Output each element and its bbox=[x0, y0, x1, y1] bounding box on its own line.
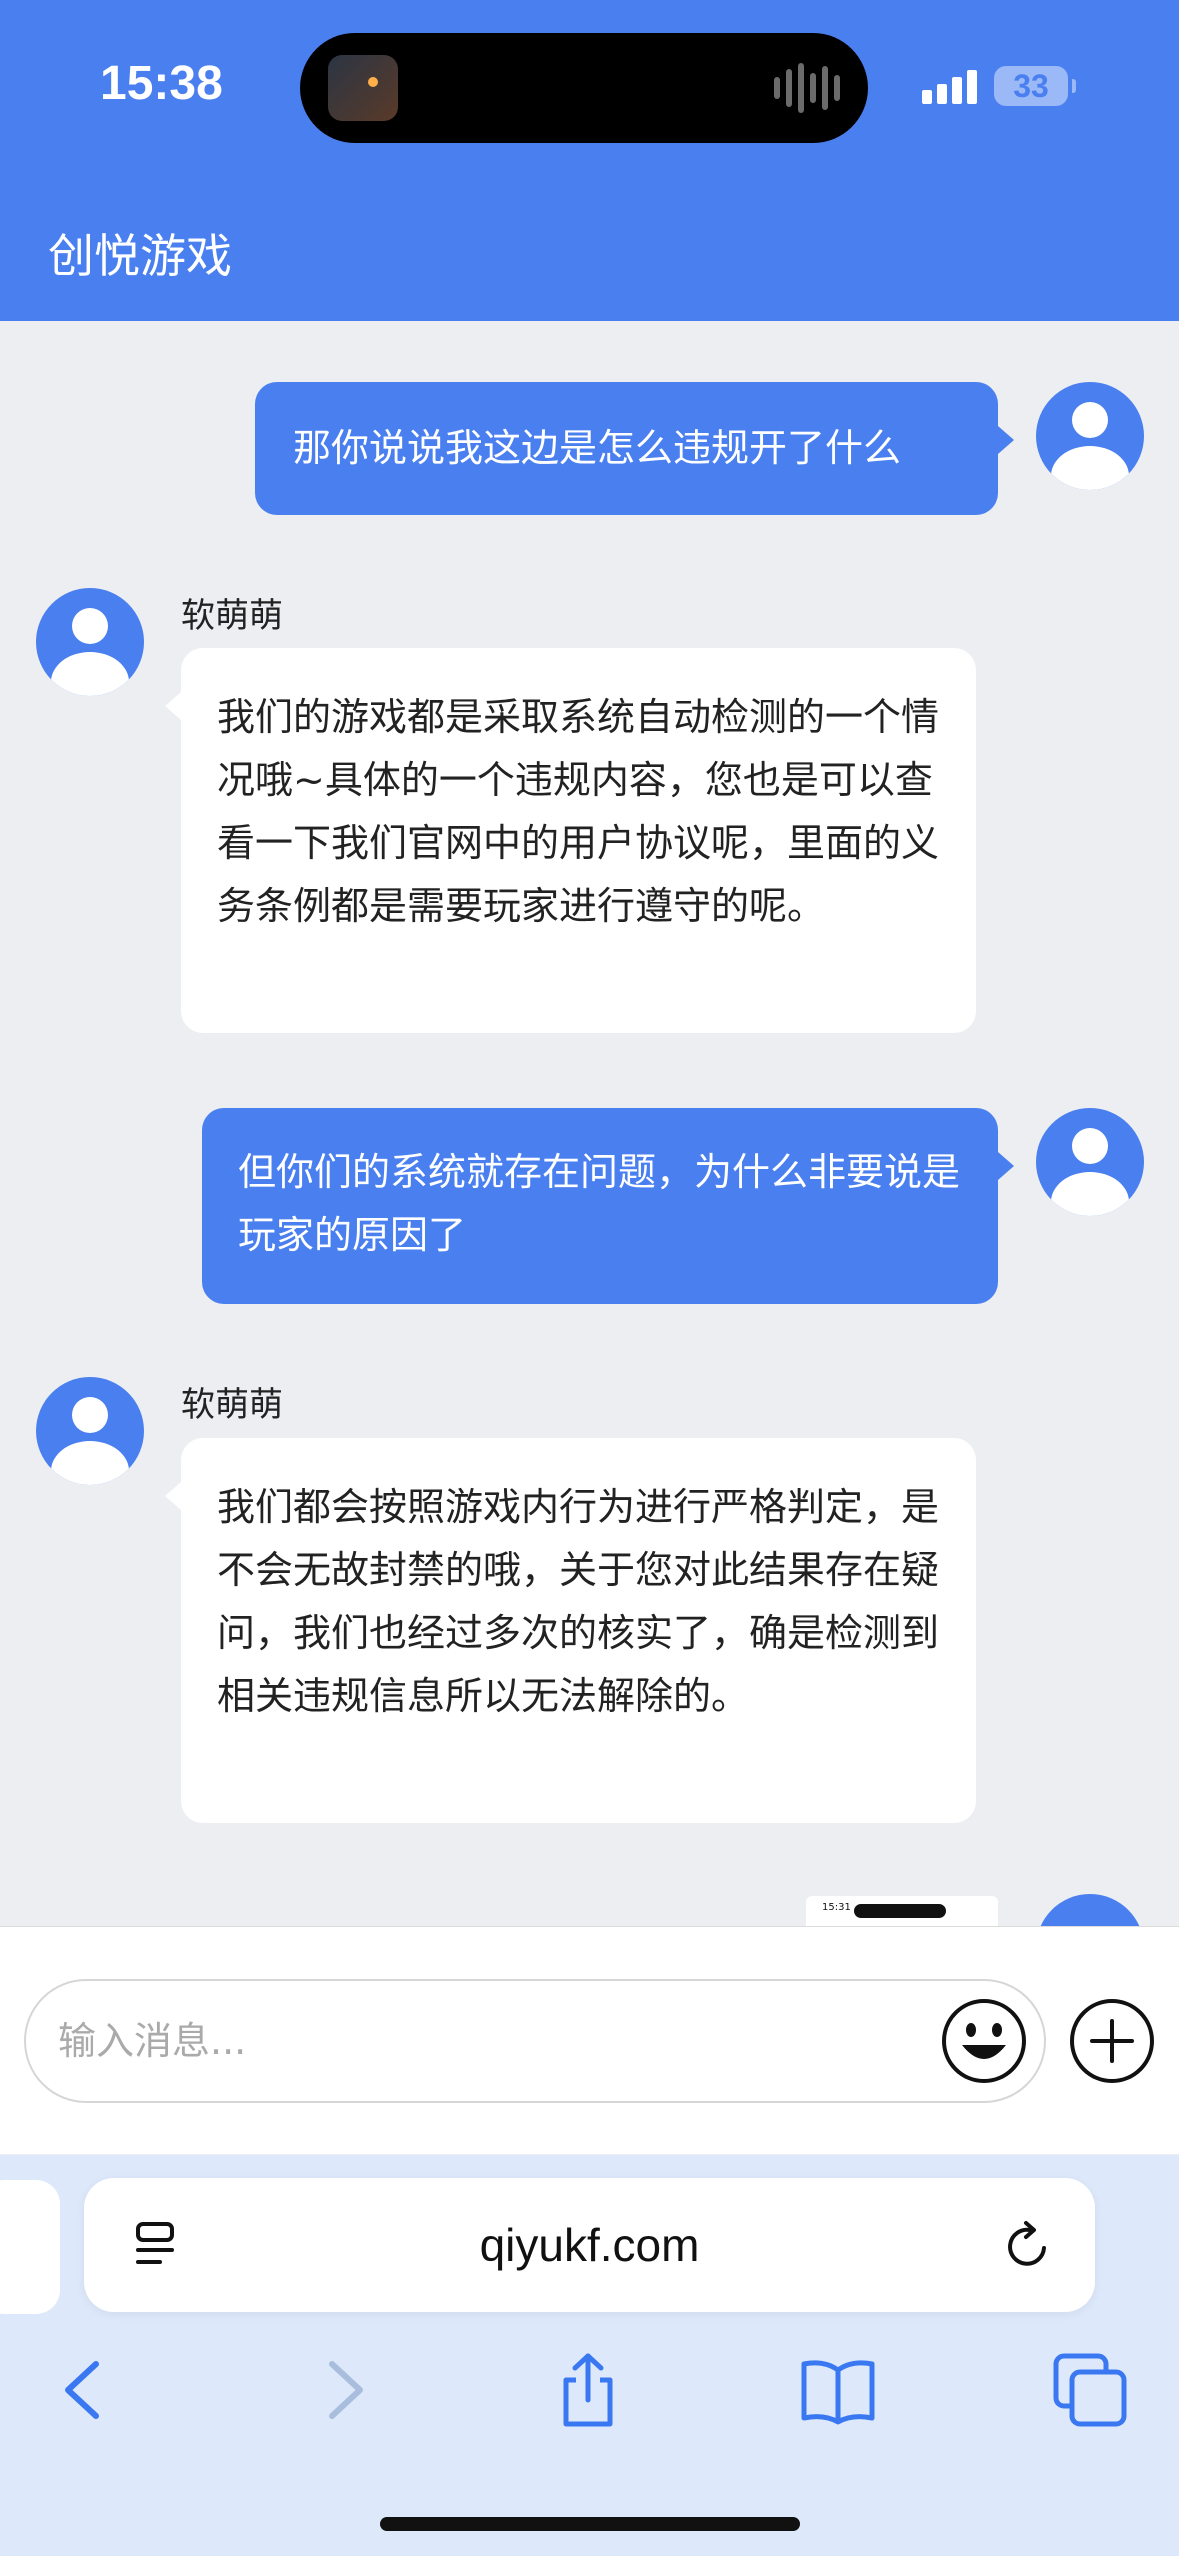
battery-level: 33 bbox=[1013, 67, 1049, 104]
now-playing-artwork bbox=[328, 55, 398, 121]
chevron-left-icon[interactable] bbox=[46, 2350, 126, 2430]
message-text: 但你们的系统就存在问题，为什么非要说是玩家的原因了 bbox=[238, 1150, 961, 1257]
tabs-icon[interactable] bbox=[1050, 2350, 1130, 2430]
book-icon[interactable] bbox=[798, 2350, 878, 2430]
status-time: 15:38 bbox=[100, 57, 223, 110]
dynamic-island bbox=[300, 33, 868, 143]
home-indicator bbox=[380, 2517, 800, 2531]
chevron-right-icon[interactable] bbox=[302, 2350, 382, 2430]
address-bar[interactable]: qiyukf.com bbox=[84, 2178, 1095, 2312]
share-icon[interactable] bbox=[548, 2350, 628, 2430]
previous-tab-card[interactable] bbox=[0, 2180, 60, 2314]
agent-avatar bbox=[36, 1377, 144, 1485]
composer-bar bbox=[0, 1926, 1179, 2154]
agent-message-bubble: 我们都会按照游戏内行为进行严格判定，是不会无故封禁的哦，关于您对此结果存在疑问，… bbox=[165, 1438, 976, 1823]
cellular-signal-icon bbox=[922, 70, 977, 104]
user-avatar bbox=[1036, 382, 1144, 490]
message-text: 那你说说我这边是怎么违规开了什么 bbox=[293, 426, 902, 470]
reload-icon[interactable] bbox=[1000, 2218, 1056, 2274]
user-avatar bbox=[1036, 1108, 1144, 1216]
agent-message-bubble: 我们的游戏都是采取系统自动检测的一个情况哦~具体的一个违规内容，您也是可以查看一… bbox=[165, 648, 976, 1033]
user-message-bubble: 那你说说我这边是怎么违规开了什么 bbox=[255, 382, 1014, 515]
user-avatar bbox=[1036, 1894, 1144, 1926]
image-message-thumbnail[interactable]: 15:31 bbox=[806, 1896, 998, 1926]
emoji-icon[interactable] bbox=[940, 1997, 1028, 2085]
message-text: 我们都会按照游戏内行为进行严格判定，是不会无故封禁的哦，关于您对此结果存在疑问，… bbox=[217, 1485, 940, 1718]
url-text: qiyukf.com bbox=[479, 2219, 700, 2271]
agent-name: 软萌萌 bbox=[181, 1385, 283, 1425]
audio-waveform-icon bbox=[774, 63, 840, 113]
battery-icon: 33 bbox=[994, 66, 1076, 106]
user-message-bubble: 但你们的系统就存在问题，为什么非要说是玩家的原因了 bbox=[202, 1108, 1014, 1304]
thumbnail-time: 15:31 bbox=[822, 1902, 851, 1913]
agent-name: 软萌萌 bbox=[181, 596, 283, 636]
plus-circle-icon[interactable] bbox=[1068, 1997, 1156, 2085]
message-text: 我们的游戏都是采取系统自动检测的一个情况哦~具体的一个违规内容，您也是可以查看一… bbox=[217, 695, 940, 928]
message-input[interactable] bbox=[58, 2011, 938, 2071]
page-title: 创悦游戏 bbox=[48, 229, 232, 283]
agent-avatar bbox=[36, 588, 144, 696]
app-header: 15:38 33 创悦游戏 bbox=[0, 0, 1179, 321]
browser-toolbar: qiyukf.com bbox=[0, 2155, 1179, 2556]
message-input-container bbox=[24, 1979, 1046, 2103]
